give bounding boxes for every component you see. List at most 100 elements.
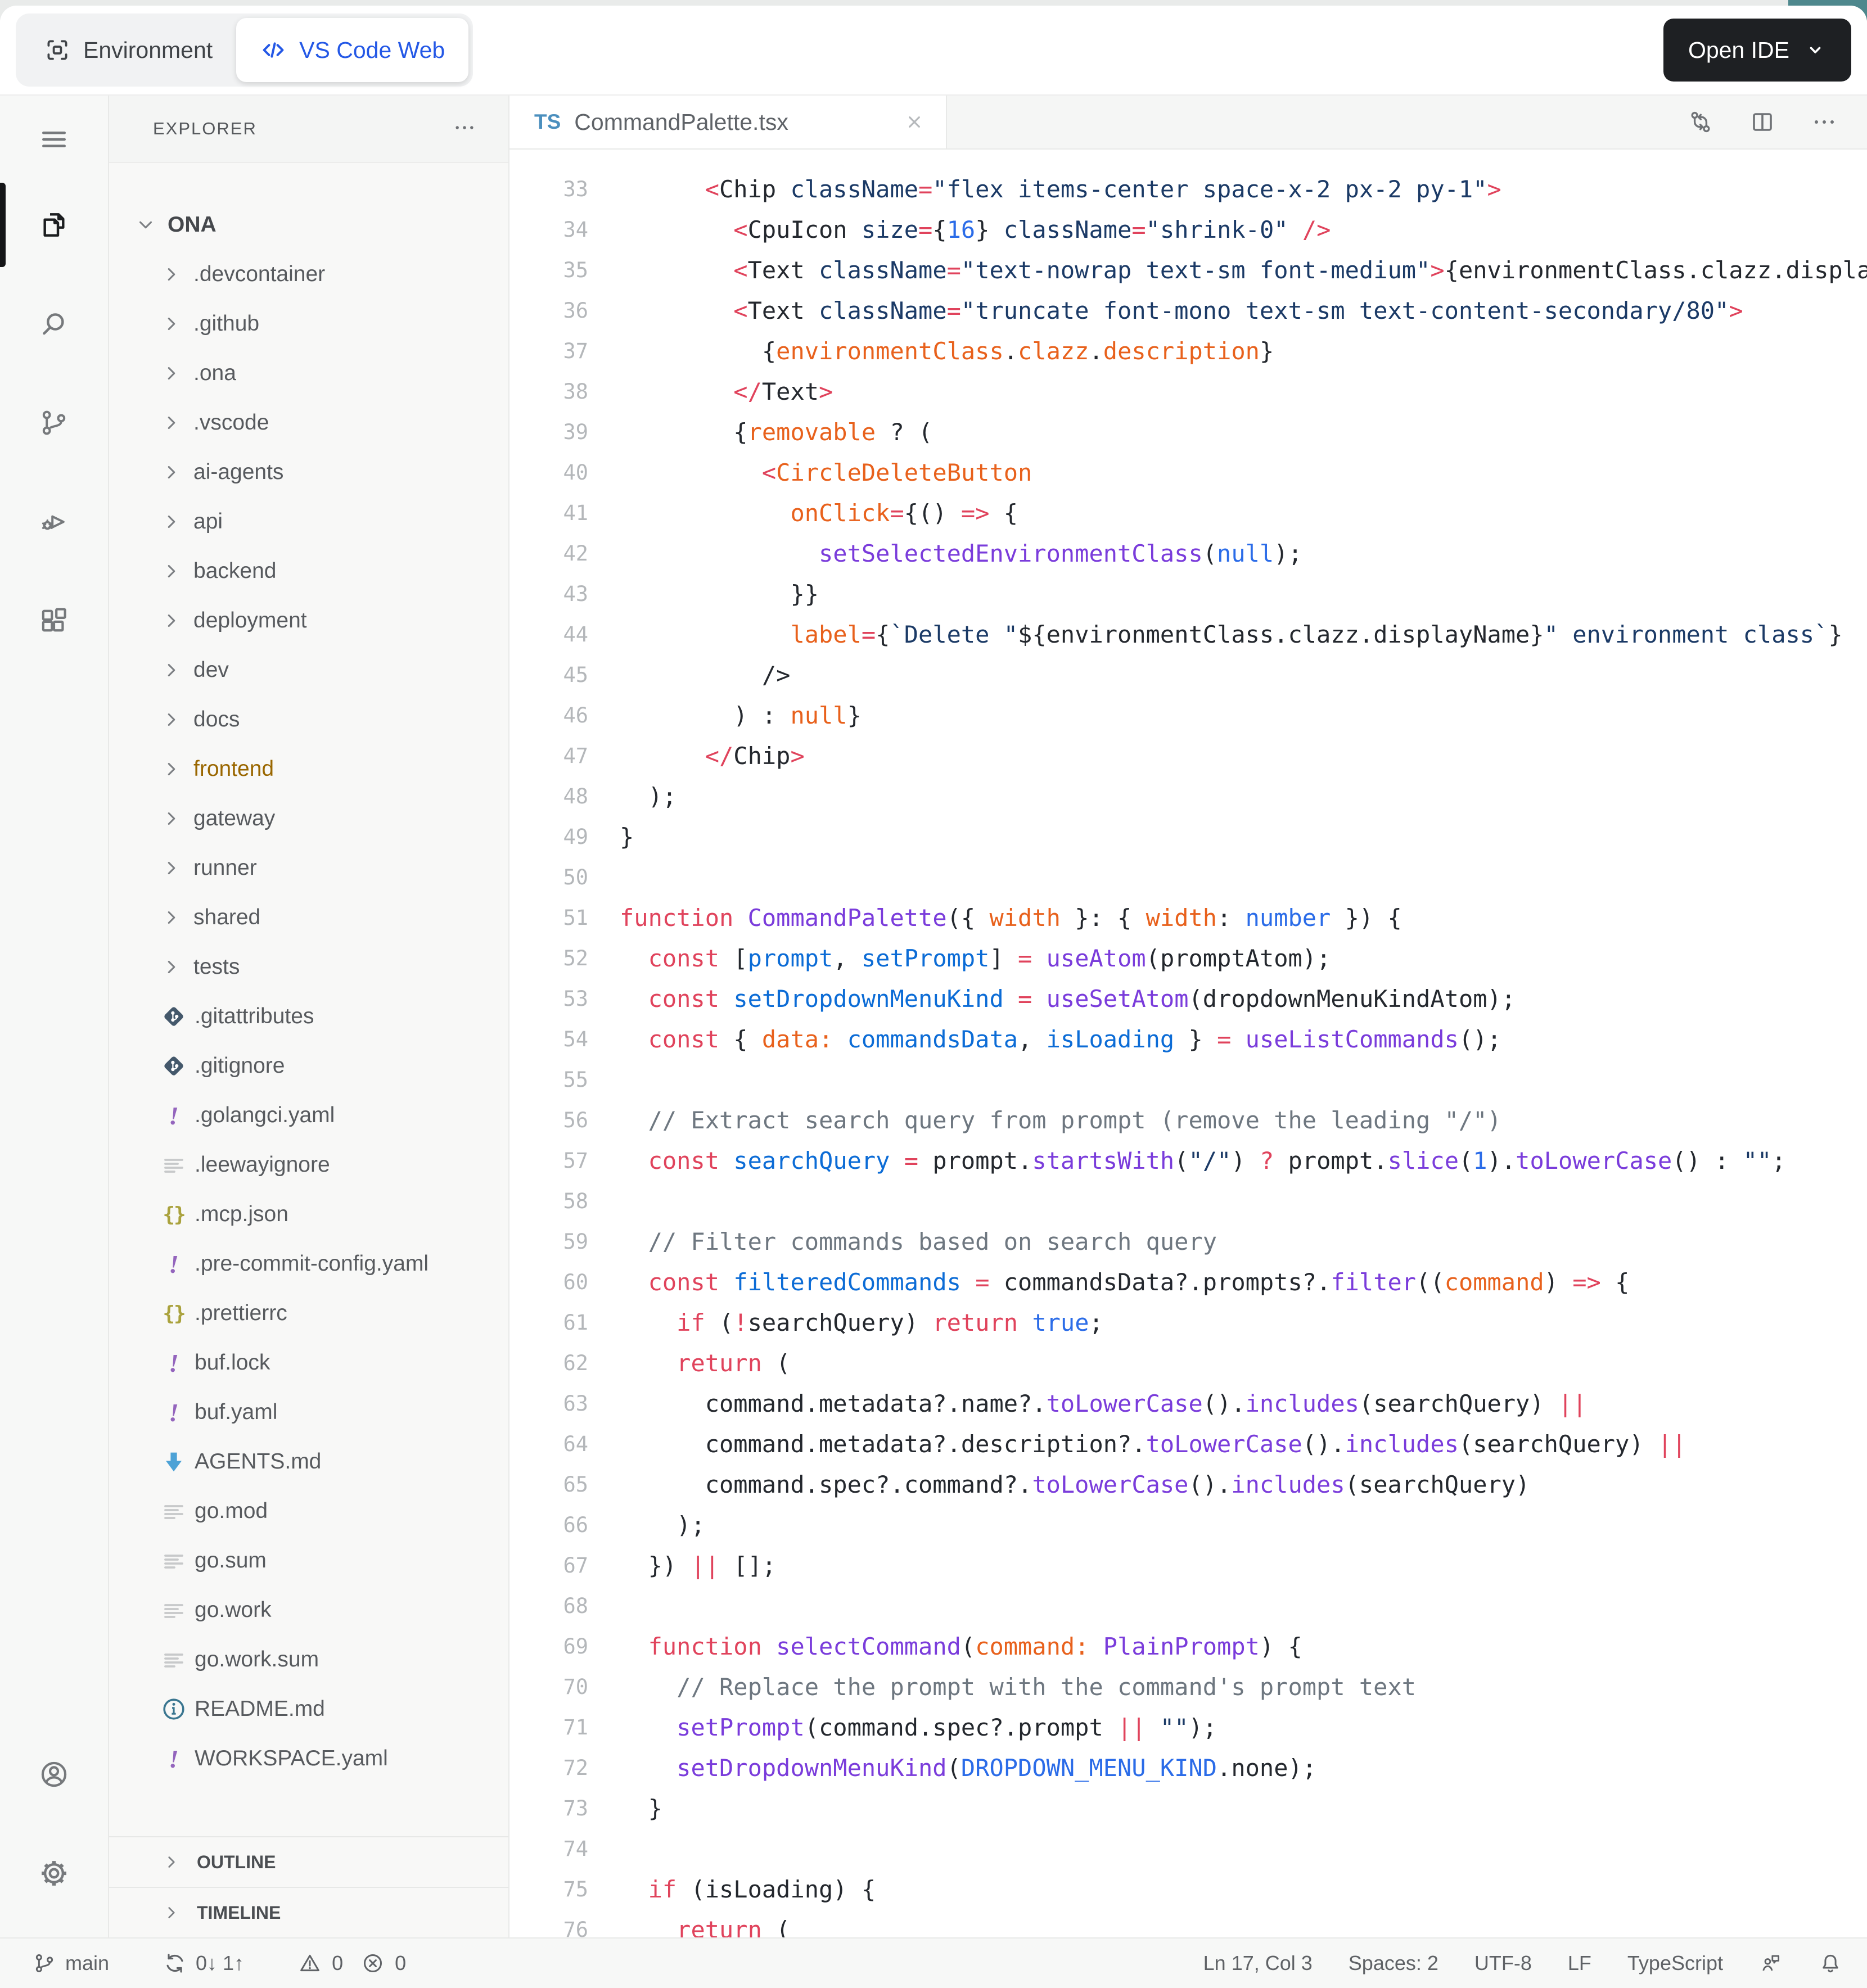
open-changes-icon[interactable] [1687,109,1714,135]
tree-root-ona[interactable]: ONA [109,200,508,250]
tree-item[interactable]: {} .prettierrc [109,1289,508,1338]
tree-item[interactable]: AGENTS.md [109,1437,508,1487]
code-line[interactable]: 75 if (isLoading) { [509,1869,1867,1909]
search-icon[interactable] [0,274,108,373]
tree-item[interactable]: go.work.sum [109,1635,508,1684]
code-line[interactable]: 48 ); [509,776,1867,816]
code-line[interactable]: 71 setPrompt(command.spec?.prompt || "")… [509,1707,1867,1747]
tree-item[interactable]: docs [109,695,508,744]
encoding-setting[interactable]: UTF-8 [1474,1951,1532,1975]
tree-item[interactable]: .gitignore [109,1041,508,1091]
branch-indicator[interactable]: main [33,1951,109,1975]
explorer-more-actions-icon[interactable] [452,115,477,143]
tree-item[interactable]: .gitattributes [109,992,508,1041]
tree-item[interactable]: .vscode [109,398,508,448]
tree-item[interactable]: ai-agents [109,448,508,497]
code-line[interactable]: 36 <Text className="truncate font-mono t… [509,290,1867,331]
code-line[interactable]: 42 setSelectedEnvironmentClass(null); [509,533,1867,573]
tree-item[interactable]: README.md [109,1684,508,1734]
tree-item[interactable]: frontend [109,744,508,794]
extensions-icon[interactable] [0,571,108,670]
tab-commandpalette[interactable]: TS CommandPalette.tsx [509,96,947,148]
tree-item[interactable]: .ona [109,349,508,398]
tree-item[interactable]: deployment [109,596,508,645]
code-line[interactable]: 73 } [509,1788,1867,1828]
code-line[interactable]: 68 [509,1585,1867,1626]
sync-indicator[interactable]: 0↓ 1↑ [163,1951,244,1975]
code-line[interactable]: 35 <Text className="text-nowrap text-sm … [509,250,1867,290]
code-line[interactable]: 56 // Extract search query from prompt (… [509,1100,1867,1140]
tree-item[interactable]: tests [109,942,508,992]
tree-item[interactable]: ! buf.lock [109,1338,508,1388]
code-editor[interactable]: 33 <Chip className="flex items-center sp… [509,150,1867,1938]
tree-item[interactable]: backend [109,546,508,596]
code-line[interactable]: 38 </Text> [509,371,1867,412]
code-line[interactable]: 63 command.metadata?.name?.toLowerCase()… [509,1383,1867,1424]
code-line[interactable]: 66 ); [509,1504,1867,1545]
settings-gear-icon[interactable] [0,1824,108,1923]
code-line[interactable]: 62 return ( [509,1343,1867,1383]
tree-item[interactable]: dev [109,645,508,695]
tree-item[interactable]: .github [109,299,508,349]
code-line[interactable]: 70 // Replace the prompt with the comman… [509,1666,1867,1707]
code-line[interactable]: 37 {environmentClass.clazz.description} [509,331,1867,371]
code-line[interactable]: 41 onClick={() => { [509,493,1867,533]
source-control-icon[interactable] [0,373,108,472]
tree-item[interactable]: runner [109,843,508,893]
timeline-section-header[interactable]: TIMELINE [109,1887,508,1937]
code-line[interactable]: 46 ) : null} [509,695,1867,735]
tree-item[interactable]: go.mod [109,1487,508,1536]
menu-icon[interactable] [0,103,108,175]
feedback-icon[interactable] [1759,1951,1783,1975]
tree-item[interactable]: .devcontainer [109,250,508,299]
tree-item[interactable]: ! buf.yaml [109,1388,508,1437]
open-ide-button[interactable]: Open IDE [1663,19,1851,82]
tree-item[interactable]: shared [109,893,508,942]
split-editor-icon[interactable] [1749,109,1776,135]
code-line[interactable]: 74 [509,1828,1867,1869]
code-line[interactable]: 45 /> [509,654,1867,695]
language-mode[interactable]: TypeScript [1627,1951,1723,1975]
code-line[interactable]: 49} [509,816,1867,857]
code-line[interactable]: 44 label={`Delete "${environmentClass.cl… [509,614,1867,654]
code-line[interactable]: 76 return ( [509,1909,1867,1938]
code-line[interactable]: 50 [509,857,1867,897]
tree-item[interactable]: go.sum [109,1536,508,1585]
code-line[interactable]: 72 setDropdownMenuKind(DROPDOWN_MENU_KIN… [509,1747,1867,1788]
tree-item[interactable]: ! .golangci.yaml [109,1091,508,1140]
code-line[interactable]: 55 [509,1059,1867,1100]
code-line[interactable]: 58 [509,1181,1867,1221]
code-line[interactable]: 65 command.spec?.command?.toLowerCase().… [509,1464,1867,1504]
code-line[interactable]: 34 <CpuIcon size={16} className="shrink-… [509,209,1867,250]
tree-item[interactable]: ! .pre-commit-config.yaml [109,1239,508,1289]
cursor-position[interactable]: Ln 17, Col 3 [1203,1951,1313,1975]
close-tab-icon[interactable] [903,111,926,133]
code-line[interactable]: 52 const [prompt, setPrompt] = useAtom(p… [509,938,1867,978]
code-line[interactable]: 57 const searchQuery = prompt.startsWith… [509,1140,1867,1181]
code-line[interactable]: 33 <Chip className="flex items-center sp… [509,169,1867,209]
code-line[interactable]: 54 const { data: commandsData, isLoading… [509,1019,1867,1059]
code-line[interactable]: 59 // Filter commands based on search qu… [509,1221,1867,1262]
tree-item[interactable]: {} .mcp.json [109,1190,508,1239]
account-icon[interactable] [0,1725,108,1824]
run-debug-icon[interactable] [0,472,108,571]
tree-item[interactable]: go.work [109,1585,508,1635]
indentation-setting[interactable]: Spaces: 2 [1349,1951,1438,1975]
tab-vscode-web[interactable]: VS Code Web [236,18,469,82]
outline-section-header[interactable]: OUTLINE [109,1836,508,1887]
code-line[interactable]: 43 }} [509,573,1867,614]
more-actions-icon[interactable] [1811,109,1838,135]
code-line[interactable]: 67 }) || []; [509,1545,1867,1585]
files-icon[interactable] [0,175,108,274]
eol-setting[interactable]: LF [1568,1951,1591,1975]
code-line[interactable]: 69 function selectCommand(command: Plain… [509,1626,1867,1666]
code-line[interactable]: 47 </Chip> [509,735,1867,776]
tree-item[interactable]: ! WORKSPACE.yaml [109,1734,508,1783]
notifications-bell-icon[interactable] [1819,1951,1842,1975]
tree-item[interactable]: .leewayignore [109,1140,508,1190]
code-line[interactable]: 60 const filteredCommands = commandsData… [509,1262,1867,1302]
code-line[interactable]: 39 {removable ? ( [509,412,1867,452]
code-line[interactable]: 53 const setDropdownMenuKind = useSetAto… [509,978,1867,1019]
tree-item[interactable]: api [109,497,508,546]
tree-item[interactable]: gateway [109,794,508,843]
